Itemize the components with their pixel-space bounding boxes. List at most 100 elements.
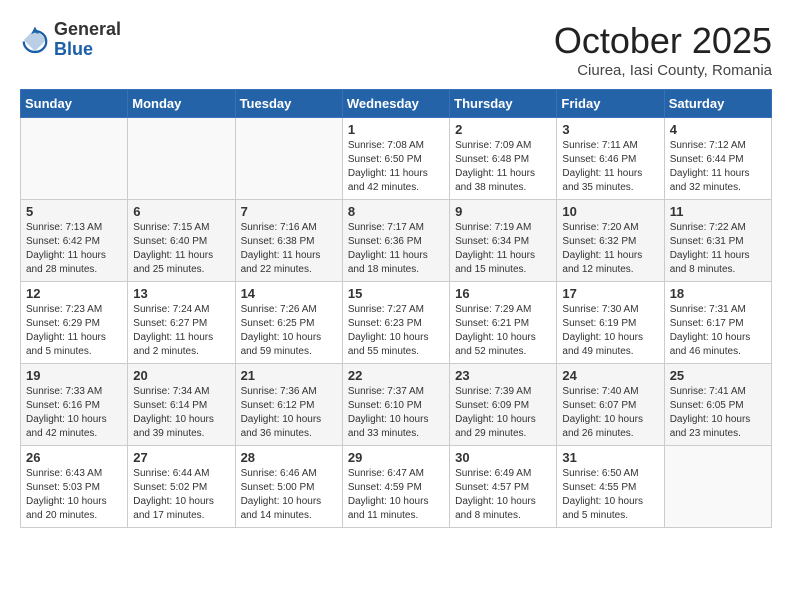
logo-icon (20, 25, 50, 55)
calendar-cell: 27 Sunrise: 6:44 AM Sunset: 5:02 PM Dayli… (128, 446, 235, 528)
day-number: 19 (26, 368, 122, 383)
calendar-cell: 23 Sunrise: 7:39 AM Sunset: 6:09 PM Dayli… (450, 364, 557, 446)
day-info: Sunrise: 7:16 AM Sunset: 6:38 PM Dayligh… (241, 221, 337, 277)
day-info: Sunrise: 7:29 AM Sunset: 6:21 PM Dayligh… (455, 303, 551, 359)
calendar-cell: 31 Sunrise: 6:50 AM Sunset: 4:55 PM Dayli… (557, 446, 664, 528)
day-info: Sunrise: 7:40 AM Sunset: 6:07 PM Dayligh… (562, 385, 658, 441)
day-info: Sunrise: 7:36 AM Sunset: 6:12 PM Dayligh… (241, 385, 337, 441)
day-info: Sunrise: 7:26 AM Sunset: 6:25 PM Dayligh… (241, 303, 337, 359)
day-info: Sunrise: 7:22 AM Sunset: 6:31 PM Dayligh… (670, 221, 766, 277)
day-number: 4 (670, 122, 766, 137)
day-info: Sunrise: 7:37 AM Sunset: 6:10 PM Dayligh… (348, 385, 444, 441)
day-number: 12 (26, 286, 122, 301)
day-number: 9 (455, 204, 551, 219)
day-number: 2 (455, 122, 551, 137)
day-info: Sunrise: 6:47 AM Sunset: 4:59 PM Dayligh… (348, 467, 444, 523)
day-number: 5 (26, 204, 122, 219)
calendar-cell: 14 Sunrise: 7:26 AM Sunset: 6:25 PM Dayli… (235, 282, 342, 364)
day-number: 18 (670, 286, 766, 301)
page-header: General Blue October 2025 Ciurea, Iasi C… (20, 20, 772, 79)
calendar-cell: 9 Sunrise: 7:19 AM Sunset: 6:34 PM Daylig… (450, 200, 557, 282)
day-header-wednesday: Wednesday (342, 90, 449, 118)
day-header-tuesday: Tuesday (235, 90, 342, 118)
day-number: 10 (562, 204, 658, 219)
day-header-friday: Friday (557, 90, 664, 118)
calendar-cell: 11 Sunrise: 7:22 AM Sunset: 6:31 PM Dayli… (664, 200, 771, 282)
calendar-cell: 10 Sunrise: 7:20 AM Sunset: 6:32 PM Dayli… (557, 200, 664, 282)
calendar-cell: 2Sunrise: 7:09 AM Sunset: 6:48 PM Daylig… (450, 118, 557, 200)
day-info: Sunrise: 6:50 AM Sunset: 4:55 PM Dayligh… (562, 467, 658, 523)
calendar-week-row: 26Sunrise: 6:43 AM Sunset: 5:03 PM Dayli… (21, 446, 772, 528)
day-info: Sunrise: 7:41 AM Sunset: 6:05 PM Dayligh… (670, 385, 766, 441)
day-number: 23 (455, 368, 551, 383)
day-number: 16 (455, 286, 551, 301)
calendar-week-row: 19 Sunrise: 7:33 AM Sunset: 6:16 PM Dayli… (21, 364, 772, 446)
calendar-cell: 30 Sunrise: 6:49 AM Sunset: 4:57 PM Dayli… (450, 446, 557, 528)
day-info: Sunrise: 6:46 AM Sunset: 5:00 PM Dayligh… (241, 467, 337, 523)
day-number: 7 (241, 204, 337, 219)
calendar-cell: 25 Sunrise: 7:41 AM Sunset: 6:05 PM Dayli… (664, 364, 771, 446)
calendar-cell: 22 Sunrise: 7:37 AM Sunset: 6:10 PM Dayli… (342, 364, 449, 446)
calendar-week-row: 12 Sunrise: 7:23 AM Sunset: 6:29 PM Dayli… (21, 282, 772, 364)
day-number: 11 (670, 204, 766, 219)
calendar-cell: 19 Sunrise: 7:33 AM Sunset: 6:16 PM Dayli… (21, 364, 128, 446)
day-number: 24 (562, 368, 658, 383)
calendar-cell: 24 Sunrise: 7:40 AM Sunset: 6:07 PM Dayli… (557, 364, 664, 446)
day-info: Sunrise: 7:30 AM Sunset: 6:19 PM Dayligh… (562, 303, 658, 359)
calendar-cell: 12 Sunrise: 7:23 AM Sunset: 6:29 PM Dayli… (21, 282, 128, 364)
day-number: 17 (562, 286, 658, 301)
day-info: Sunrise: 7:11 AM Sunset: 6:46 PM Dayligh… (562, 139, 658, 195)
calendar-header-row: SundayMondayTuesdayWednesdayThursdayFrid… (21, 90, 772, 118)
calendar-cell: 13Sunrise: 7:24 AM Sunset: 6:27 PM Dayli… (128, 282, 235, 364)
location-subtitle: Ciurea, Iasi County, Romania (554, 62, 772, 79)
calendar-cell: 29 Sunrise: 6:47 AM Sunset: 4:59 PM Dayli… (342, 446, 449, 528)
day-number: 14 (241, 286, 337, 301)
day-info: Sunrise: 7:31 AM Sunset: 6:17 PM Dayligh… (670, 303, 766, 359)
day-info: Sunrise: 6:44 AM Sunset: 5:02 PM Dayligh… (133, 467, 229, 523)
day-header-monday: Monday (128, 90, 235, 118)
calendar-cell: 21 Sunrise: 7:36 AM Sunset: 6:12 PM Dayli… (235, 364, 342, 446)
calendar-cell: 28 Sunrise: 6:46 AM Sunset: 5:00 PM Dayli… (235, 446, 342, 528)
calendar-cell: 3 Sunrise: 7:11 AM Sunset: 6:46 PM Daylig… (557, 118, 664, 200)
calendar-table: SundayMondayTuesdayWednesdayThursdayFrid… (20, 89, 772, 528)
day-number: 28 (241, 450, 337, 465)
day-info: Sunrise: 7:39 AM Sunset: 6:09 PM Dayligh… (455, 385, 551, 441)
day-number: 25 (670, 368, 766, 383)
month-title: October 2025 (554, 20, 772, 62)
calendar-cell (21, 118, 128, 200)
day-number: 13 (133, 286, 229, 301)
calendar-cell: 15Sunrise: 7:27 AM Sunset: 6:23 PM Dayli… (342, 282, 449, 364)
day-info: Sunrise: 6:49 AM Sunset: 4:57 PM Dayligh… (455, 467, 551, 523)
day-number: 27 (133, 450, 229, 465)
calendar-cell (235, 118, 342, 200)
day-header-thursday: Thursday (450, 90, 557, 118)
calendar-cell: 4Sunrise: 7:12 AM Sunset: 6:44 PM Daylig… (664, 118, 771, 200)
calendar-cell (664, 446, 771, 528)
day-number: 1 (348, 122, 444, 137)
calendar-cell (128, 118, 235, 200)
day-info: Sunrise: 7:27 AM Sunset: 6:23 PM Dayligh… (348, 303, 444, 359)
day-info: Sunrise: 7:23 AM Sunset: 6:29 PM Dayligh… (26, 303, 122, 359)
day-info: Sunrise: 6:43 AM Sunset: 5:03 PM Dayligh… (26, 467, 122, 523)
day-info: Sunrise: 7:34 AM Sunset: 6:14 PM Dayligh… (133, 385, 229, 441)
calendar-cell: 6 Sunrise: 7:15 AM Sunset: 6:40 PM Daylig… (128, 200, 235, 282)
logo-general: General (54, 20, 121, 40)
day-info: Sunrise: 7:15 AM Sunset: 6:40 PM Dayligh… (133, 221, 229, 277)
calendar-cell: 26Sunrise: 6:43 AM Sunset: 5:03 PM Dayli… (21, 446, 128, 528)
day-number: 8 (348, 204, 444, 219)
day-number: 30 (455, 450, 551, 465)
day-info: Sunrise: 7:08 AM Sunset: 6:50 PM Dayligh… (348, 139, 444, 195)
day-number: 29 (348, 450, 444, 465)
calendar-cell: 7 Sunrise: 7:16 AM Sunset: 6:38 PM Daylig… (235, 200, 342, 282)
logo-blue: Blue (54, 40, 121, 60)
day-number: 31 (562, 450, 658, 465)
calendar-cell: 8Sunrise: 7:17 AM Sunset: 6:36 PM Daylig… (342, 200, 449, 282)
day-number: 3 (562, 122, 658, 137)
day-info: Sunrise: 7:19 AM Sunset: 6:34 PM Dayligh… (455, 221, 551, 277)
day-info: Sunrise: 7:20 AM Sunset: 6:32 PM Dayligh… (562, 221, 658, 277)
day-number: 6 (133, 204, 229, 219)
day-info: Sunrise: 7:33 AM Sunset: 6:16 PM Dayligh… (26, 385, 122, 441)
day-number: 22 (348, 368, 444, 383)
day-number: 21 (241, 368, 337, 383)
calendar-cell: 17 Sunrise: 7:30 AM Sunset: 6:19 PM Dayli… (557, 282, 664, 364)
